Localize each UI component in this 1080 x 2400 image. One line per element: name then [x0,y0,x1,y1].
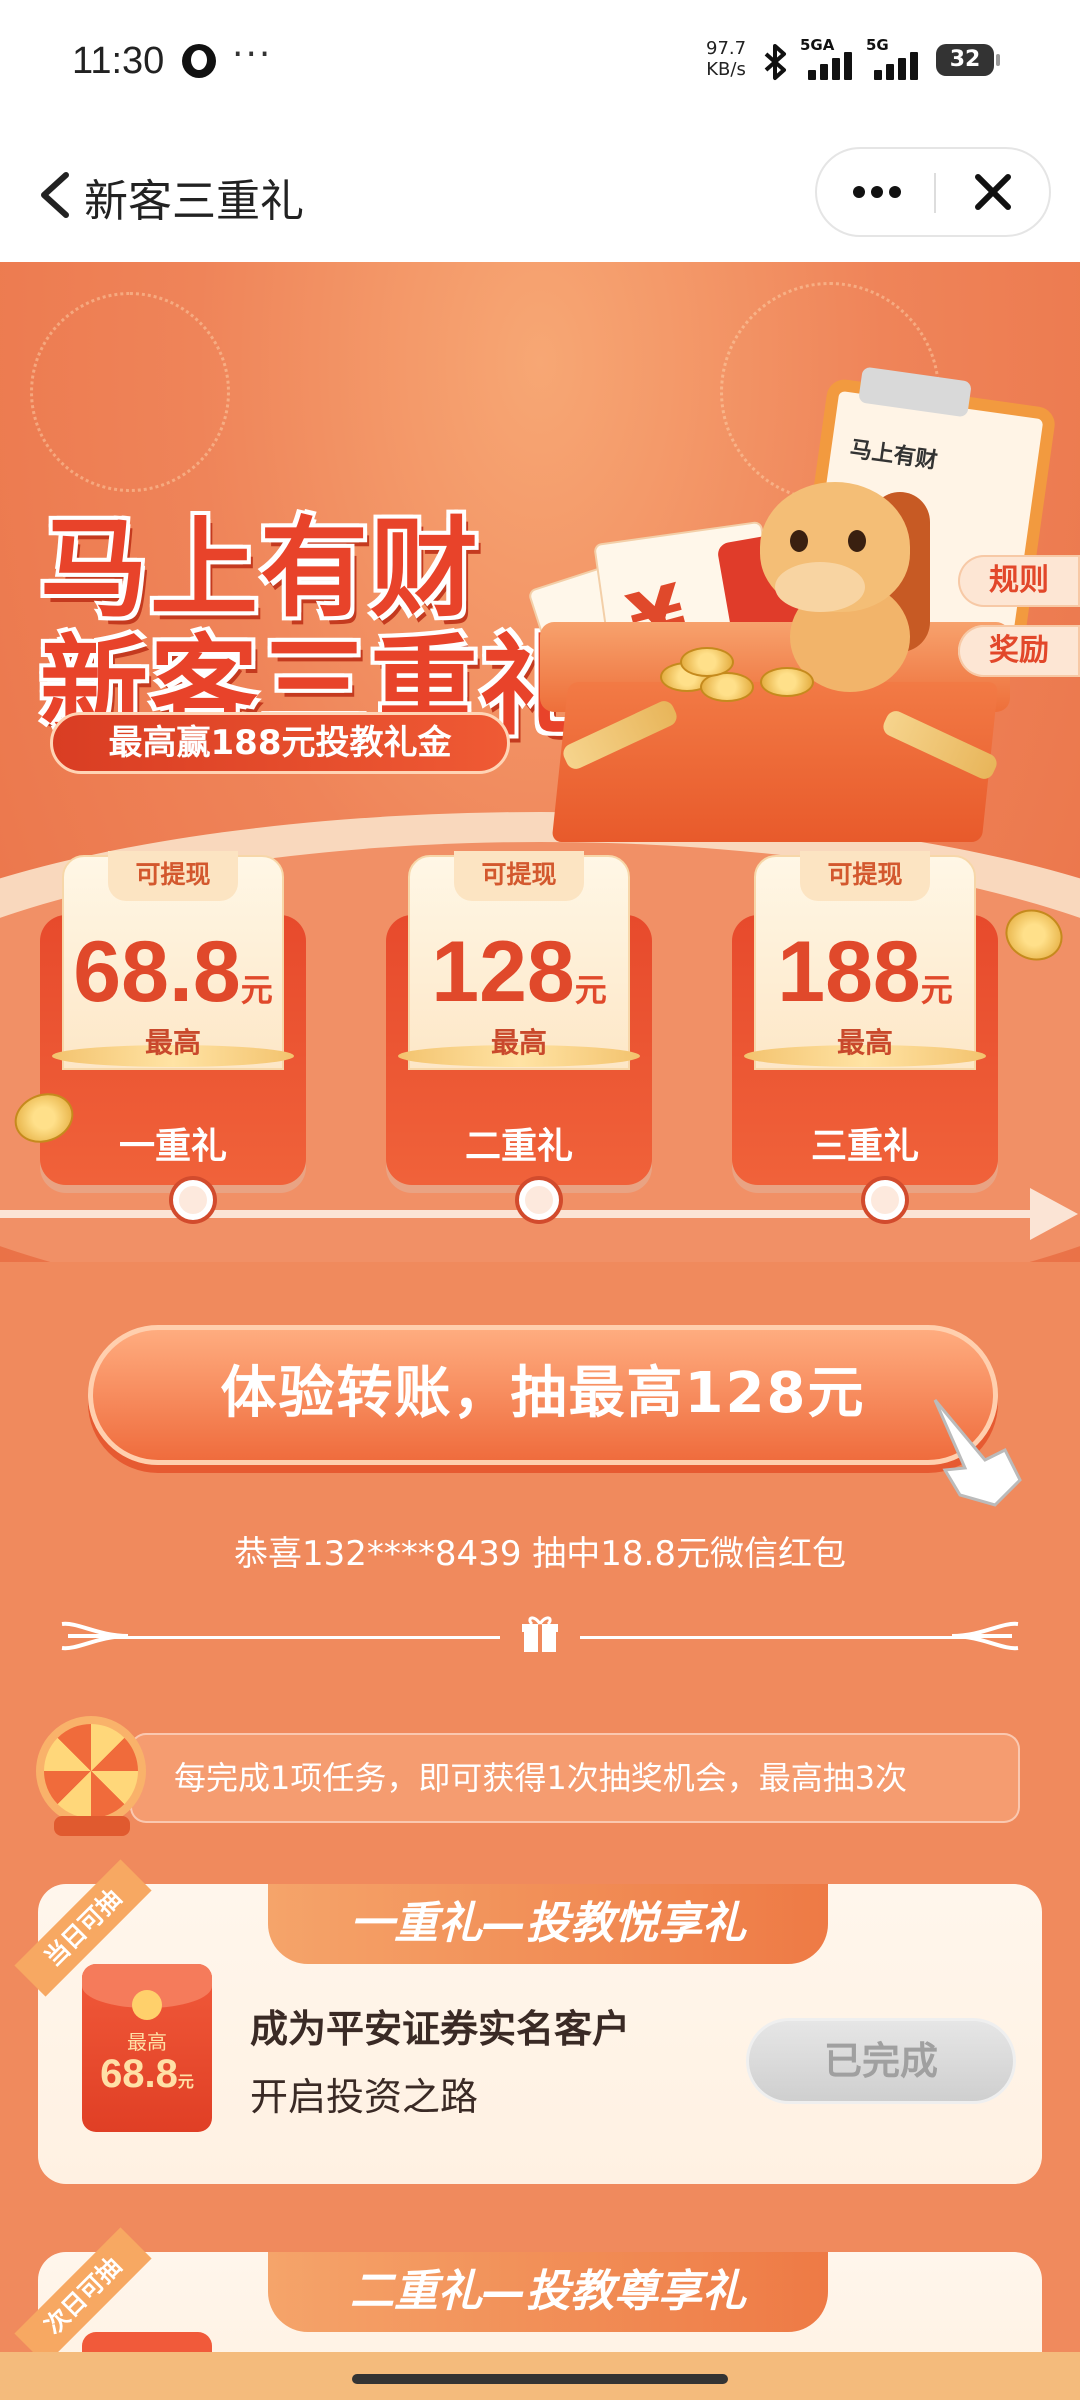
card-max-label: 最高 [836,1026,893,1059]
gift-box [551,682,999,842]
card-amount-value: 68.8 [73,924,241,1020]
timeline-node-3 [865,1180,905,1220]
home-indicator[interactable] [352,2374,728,2384]
timeline-node-1 [173,1180,213,1220]
hero-subtitle: 最高赢188元投教礼金 [50,712,510,774]
divider-line-right [580,1636,970,1639]
network-speed-value: 97.7 [706,38,747,59]
divider-line-left [110,1636,500,1639]
swirl-decoration-icon [952,1621,1019,1651]
packet-seal [132,1990,162,2020]
completed-button[interactable]: 已完成 [746,2018,1016,2104]
back-arrow-icon[interactable] [32,165,82,225]
card-name: 二重礼 [464,1126,573,1167]
packet-amount: 68.8元 [82,2052,212,2097]
horse-snout [775,562,865,612]
status-time: 11:30 [72,40,165,82]
network-speed-unit: KB/s [706,59,746,80]
rules-tab[interactable]: 规则 [958,555,1080,607]
card-tag: 可提现 [454,851,584,901]
gift-card-1: 可提现 68.8元 最高 一重礼 [40,851,306,1185]
packet-amount-value: 68.8 [100,2052,178,2096]
task-subtitle: 开启投资之路 [250,2075,479,2119]
battery-icon: 32 [936,44,1000,76]
card-amount: 188元 [732,927,998,1035]
draw-lottery-button[interactable]: 体验转账，抽最高128元 [88,1325,998,1465]
network-speed: 97.7 KB/s [706,38,746,80]
close-icon[interactable] [936,149,1051,235]
packet-max-label: 最高 [127,2030,167,2054]
more-notifications-icon: ··· [232,34,273,75]
signal-5g-icon: 5G [866,36,922,80]
timeline-arrow-icon [1030,1188,1078,1240]
card-amount-value: 128 [431,924,575,1020]
coin-icon [680,647,734,677]
wheel-stand [54,1816,130,1836]
horse-eye [790,530,808,552]
signal-5ga-label: 5GA [800,36,835,54]
card-amount: 128元 [386,927,652,1035]
card-tag: 可提现 [800,851,930,901]
task-tip: 每完成1项任务，即可获得1次抽奖机会，最高抽3次 [130,1733,1020,1823]
more-icon[interactable] [817,149,935,235]
task-card-1: 一重礼—投教悦享礼 最高 68.8元 成为平安证券实名客户 开启投资之路 已完成 [38,1884,1042,2184]
task-header: 一重礼—投教悦享礼 [268,1884,828,1964]
card-amount: 68.8元 [40,927,306,1035]
coin-icon [760,667,814,697]
task-header: 二重礼—投教尊享礼 [268,2252,828,2332]
card-amount-unit: 元 [920,972,953,1008]
task-title: 成为平安证券实名客户 [250,2007,631,2051]
signal-5ga-icon: 5GA [800,36,856,80]
packet-amount-unit: 元 [177,2074,194,2091]
card-amount-unit: 元 [240,972,273,1008]
card-name: 三重礼 [810,1126,919,1167]
status-bar: 11:30 ··· 97.7 KB/s 5GA 5G 32 [0,0,1080,125]
lucky-wheel-icon [36,1716,146,1826]
card-tag: 可提现 [108,851,238,901]
gift-card-2: 可提现 128元 最高 二重礼 [386,851,652,1185]
red-packet-icon: 最高 68.8元 [82,1964,212,2132]
nav-bar: 新客三重礼 [0,125,1080,262]
gift-card-3: 可提现 188元 最高 三重礼 [732,851,998,1185]
firework-decoration [30,292,230,492]
horse-eye [848,530,866,552]
timeline-node-2 [519,1180,559,1220]
mini-program-capsule [815,147,1051,237]
bluetooth-icon [764,44,786,80]
card-amount-unit: 元 [574,972,607,1008]
gift-icon [522,1616,558,1652]
qq-notification-icon [182,44,216,78]
card-max-label: 最高 [144,1026,201,1059]
card-amount-value: 188 [777,924,921,1020]
rewards-tab[interactable]: 奖励 [958,625,1080,677]
card-name: 一重礼 [118,1126,227,1167]
signal-5g-label: 5G [866,36,889,54]
pointing-hand-icon [933,1399,1022,1507]
page-title: 新客三重礼 [84,176,304,227]
task-tip-text: 每完成1项任务，即可获得1次抽奖机会，最高抽3次 [174,1759,908,1797]
card-max-label: 最高 [490,1026,547,1059]
winner-ticker: 恭喜132****8439 抽中18.8元微信红包 [234,1534,846,1574]
